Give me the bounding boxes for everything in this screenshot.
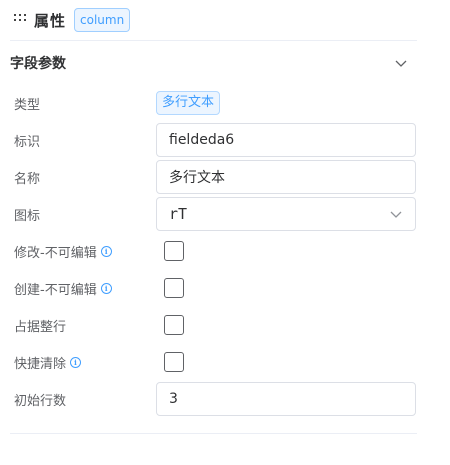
row-initial-rows: 初始行数 3 [14, 382, 418, 416]
row-edit-readonly: 修改-不可编辑 i [14, 234, 418, 268]
icon-select[interactable]: rT [156, 197, 416, 231]
row-full-row: 占据整行 [14, 308, 418, 342]
type-tag: 多行文本 [156, 91, 221, 115]
edit-readonly-checkbox[interactable] [164, 241, 184, 261]
create-readonly-checkbox[interactable] [164, 278, 184, 298]
name-value: 多行文本 [169, 170, 225, 186]
type-label: 类型 [14, 97, 41, 113]
identifier-label: 标识 [14, 134, 41, 150]
row-name: 名称 多行文本 [14, 160, 418, 194]
quick-clear-checkbox[interactable] [164, 352, 184, 372]
component-tag: column [74, 8, 131, 32]
edit-readonly-label-text: 修改-不可编辑 [14, 245, 97, 261]
section-header[interactable]: 字段参数 [10, 52, 408, 74]
identifier-value: fieldeda6 [169, 132, 235, 148]
quick-clear-label: 快捷清除 i [14, 353, 156, 372]
row-quick-clear: 快捷清除 i [14, 345, 418, 379]
row-icon: 图标 rT [14, 197, 418, 231]
drag-handle-icon[interactable] [14, 14, 26, 26]
section-title: 字段参数 [10, 56, 66, 72]
initial-rows-value: 3 [169, 391, 178, 407]
info-icon[interactable]: i [100, 245, 112, 257]
quick-clear-label-text: 快捷清除 [14, 356, 67, 372]
icon-label: 图标 [14, 208, 41, 224]
section-divider [10, 433, 417, 434]
chevron-down-icon[interactable] [394, 56, 408, 70]
name-label: 名称 [14, 171, 41, 187]
row-type: 类型 多行文本 [14, 86, 418, 120]
identifier-input[interactable]: fieldeda6 [156, 123, 416, 157]
create-readonly-label-text: 创建-不可编辑 [14, 282, 97, 298]
name-input[interactable]: 多行文本 [156, 160, 416, 194]
initial-rows-input[interactable]: 3 [156, 382, 416, 416]
chevron-down-icon[interactable] [389, 207, 403, 221]
panel-header: 属性 column [14, 6, 131, 34]
row-identifier: 标识 fieldeda6 [14, 123, 418, 157]
info-icon[interactable]: i [100, 282, 112, 294]
panel-title: 属性 [34, 11, 67, 30]
full-row-label: 占据整行 [14, 319, 67, 335]
row-create-readonly: 创建-不可编辑 i [14, 271, 418, 305]
full-row-checkbox[interactable] [164, 315, 184, 335]
header-divider [10, 40, 417, 41]
info-icon[interactable]: i [70, 356, 82, 368]
multiline-text-icon: rT [169, 205, 188, 223]
initial-rows-label: 初始行数 [14, 393, 67, 409]
edit-readonly-label: 修改-不可编辑 i [14, 242, 156, 261]
create-readonly-label: 创建-不可编辑 i [14, 279, 156, 298]
